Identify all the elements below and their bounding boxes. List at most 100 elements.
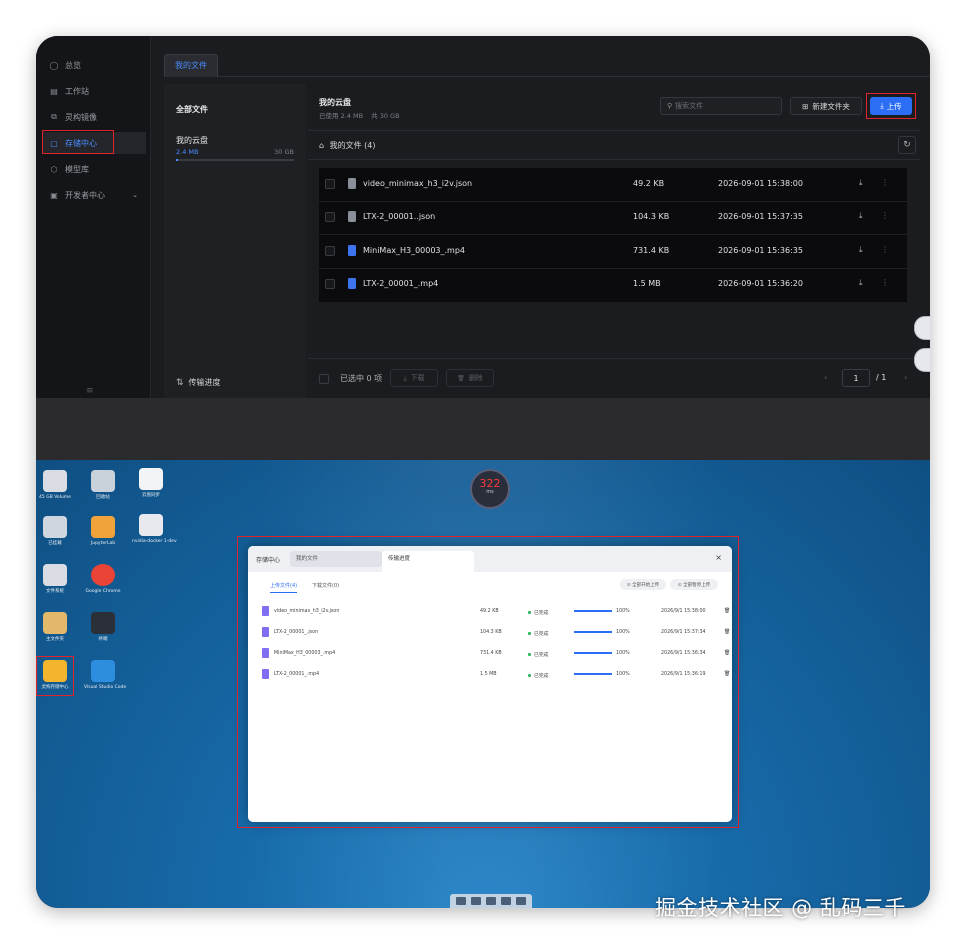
row-checkbox[interactable] — [325, 279, 335, 289]
taskbar-app-icon[interactable] — [485, 897, 496, 905]
row-checkbox[interactable] — [325, 212, 335, 222]
storage-used: 2.4 MB — [176, 148, 199, 156]
download-icon[interactable]: ⤓ — [859, 245, 863, 255]
search-icon: ⚲ — [667, 102, 673, 110]
taskbar-app-icon[interactable] — [456, 897, 467, 905]
download-icon[interactable]: ⤓ — [859, 211, 863, 221]
watermark-text: 掘金技术社区 @ 乱码三千 — [655, 896, 906, 920]
file-size: 104.3 KB — [633, 212, 670, 221]
desktop-icon-filesystem[interactable]: 文件系统 — [36, 564, 74, 595]
collapse-menu-icon[interactable]: ≡ — [86, 386, 94, 396]
developer-icon: ▣ — [50, 190, 58, 200]
row-checkbox[interactable] — [325, 179, 335, 189]
my-cloud-label[interactable]: 我的云盘 — [176, 135, 208, 146]
download-label: 下载 — [410, 374, 425, 382]
used-text: 已使用 2.4 MB — [319, 112, 364, 120]
search-input[interactable]: ⚲ 搜索文件 — [660, 97, 782, 115]
sidebar-nav: ◯ 总览 ▤ 工作站 ⧉ 灵构镜像 ▢ 存储中心 ⬡ 模型库 ▣ 开发者中心 ⌄… — [36, 36, 151, 398]
next-page-button[interactable]: › — [904, 373, 907, 382]
tab-my-files[interactable]: 我的文件 — [164, 54, 218, 77]
refresh-icon: ↻ — [903, 140, 911, 150]
refresh-button[interactable]: ↻ — [898, 136, 916, 154]
screenshot-frame: ◯ 总览 ▤ 工作站 ⧉ 灵构镜像 ▢ 存储中心 ⬡ 模型库 ▣ 开发者中心 ⌄… — [36, 36, 930, 908]
desktop-icon-vscode[interactable]: Visual Studio Code — [84, 660, 127, 691]
download-icon[interactable]: ⤓ — [859, 178, 863, 188]
desktop-icon-label: 已挂载 — [48, 541, 62, 546]
breadcrumb[interactable]: ⌂ 我的文件 (4) — [319, 140, 376, 151]
table-row[interactable]: video_minimax_h3_i2v.json 49.2 KB 2026-0… — [319, 168, 907, 202]
sidebar-item-label: 灵构镜像 — [65, 112, 97, 122]
delete-button[interactable]: 🗑 删除 — [446, 369, 494, 387]
drive-icon — [43, 564, 67, 586]
new-folder-button[interactable]: ⊞ 新建文件夹 — [790, 97, 862, 115]
file-date: 2026-09-01 15:38:00 — [718, 179, 803, 188]
taskbar-app-icon[interactable] — [515, 897, 526, 905]
file-name: LTX-2_00001_.mp4 — [363, 279, 439, 288]
sidebar-item-workstation[interactable]: ▤ 工作站 — [42, 80, 146, 102]
desktop-icon-mounted[interactable]: 已挂载 — [36, 516, 74, 547]
taskbar-app-icon[interactable] — [500, 897, 511, 905]
floating-assistant-button[interactable] — [914, 348, 930, 372]
desktop-icon-label: Visual Studio Code — [84, 685, 127, 690]
select-all-checkbox[interactable] — [319, 374, 329, 384]
table-row[interactable]: MiniMax_H3_00003_.mp4 731.4 KB 2026-09-0… — [319, 235, 907, 269]
model-icon: ⬡ — [50, 164, 58, 174]
desktop-icon-label: nvidia-docker 1-dev — [132, 539, 177, 544]
sidebar-item-developer-center[interactable]: ▣ 开发者中心 ⌄ — [42, 184, 146, 206]
sidebar-item-model-library[interactable]: ⬡ 模型库 — [42, 158, 146, 180]
sidebar-item-overview[interactable]: ◯ 总览 — [42, 54, 146, 76]
trash-icon — [91, 470, 115, 492]
total-text: 共 30 GB — [371, 112, 400, 120]
floating-assistant-button[interactable] — [914, 316, 930, 340]
desktop-icon-volume[interactable]: 45 GB Volume — [36, 470, 74, 501]
desktop-icon-jupyterlab[interactable]: JupyterLab — [84, 516, 122, 547]
new-folder-label: 新建文件夹 — [812, 101, 850, 111]
vscode-icon — [91, 660, 115, 682]
prev-page-button[interactable]: ‹ — [824, 373, 827, 382]
document-file-icon — [348, 211, 356, 222]
more-icon[interactable]: ⋮ — [881, 178, 889, 187]
row-checkbox[interactable] — [325, 246, 335, 256]
table-row[interactable]: LTX-2_00001..json 104.3 KB 2026-09-01 15… — [319, 201, 907, 235]
page-total: / 1 — [876, 373, 887, 382]
desktop-icon-terminal[interactable]: 终端 — [84, 612, 122, 643]
more-icon[interactable]: ⋮ — [881, 245, 889, 254]
desktop-icon-label: 文件系统 — [46, 589, 64, 594]
overview-icon: ◯ — [49, 60, 59, 70]
desktop-icon-label: Google Chrome — [85, 589, 121, 594]
table-row[interactable]: LTX-2_00001_.mp4 1.5 MB 2026-09-01 15:36… — [319, 268, 907, 301]
home-icon: ⌂ — [319, 141, 325, 150]
tab-bar: 我的文件 — [164, 54, 930, 77]
image-icon: ⧉ — [51, 112, 57, 121]
highlight-box-transfer-window — [237, 536, 739, 828]
download-icon[interactable]: ⤓ — [859, 278, 863, 288]
latency-unit: ms — [486, 489, 494, 495]
more-icon[interactable]: ⋮ — [881, 278, 889, 287]
remote-desktop: 322 ms 45 GB Volume 回收站 云盘同步 已挂载 Jupyter… — [36, 460, 930, 908]
breadcrumb-row: ⌂ 我的文件 (4) ↻ — [308, 130, 920, 160]
storage-panel: 全部文件 我的云盘 2.4 MB 30 GB ⇅ 传输进度 — [164, 84, 306, 398]
desktop-icon-label: 回收站 — [96, 495, 110, 500]
transfer-progress-link[interactable]: ⇅ 传输进度 — [176, 377, 221, 388]
file-size: 49.2 KB — [633, 179, 665, 188]
desktop-icon-label: 云盘同步 — [142, 493, 160, 498]
transfer-icon: ⇅ — [176, 377, 184, 388]
desktop-icon-nvidia-docker[interactable]: nvidia-docker 1-dev — [132, 514, 177, 545]
download-button[interactable]: ⤓ 下载 — [390, 369, 438, 387]
taskbar-app-icon[interactable] — [471, 897, 482, 905]
page-number-input[interactable]: 1 — [842, 369, 870, 387]
video-file-icon — [348, 278, 356, 289]
desktop-icon-cloud-sync[interactable]: 云盘同步 — [132, 468, 170, 499]
highlight-box-upload — [866, 93, 916, 119]
desktop-icon-label: JupyterLab — [90, 541, 116, 546]
sidebar-item-images[interactable]: ⧉ 灵构镜像 — [42, 106, 146, 128]
video-file-icon — [348, 245, 356, 256]
desktop-icon-chrome[interactable]: Google Chrome — [84, 564, 122, 595]
desktop-icon-trash[interactable]: 回收站 — [84, 470, 122, 501]
more-icon[interactable]: ⋮ — [881, 211, 889, 220]
file-size: 1.5 MB — [633, 279, 661, 288]
table-footer: 已选中 0 项 ⤓ 下载 🗑 删除 ‹ 1 / 1 › — [308, 358, 920, 399]
desktop-icon-home-folder[interactable]: 主文件夹 — [36, 612, 74, 643]
chrome-icon — [91, 564, 115, 586]
delete-label: 删除 — [468, 374, 483, 382]
